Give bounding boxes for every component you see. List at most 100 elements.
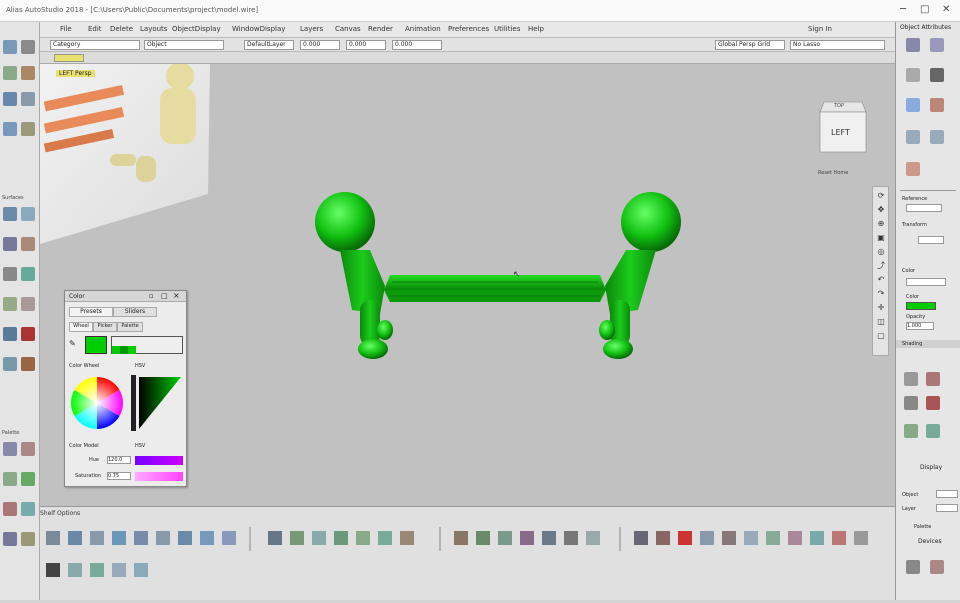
shelf-icon[interactable] <box>90 563 104 577</box>
zoom-icon[interactable]: ⊕ <box>876 219 886 229</box>
mesh-tool-icon[interactable] <box>21 357 35 371</box>
color-swatch-grid[interactable] <box>111 336 183 354</box>
cylinder-icon[interactable] <box>930 38 944 52</box>
menu-render[interactable]: Render <box>368 25 393 33</box>
shelf-icon[interactable] <box>766 531 780 545</box>
measure-tool-icon[interactable] <box>21 532 35 546</box>
group-tool-icon[interactable] <box>21 472 35 486</box>
sign-in-link[interactable]: Sign In <box>808 25 832 33</box>
menu-help[interactable]: Help <box>528 25 544 33</box>
palette-header[interactable]: Color ▫ □ × <box>65 291 186 302</box>
close-button[interactable]: ✕ <box>942 4 950 15</box>
category-field[interactable]: Category <box>50 40 140 50</box>
shelf-icon[interactable] <box>788 531 802 545</box>
shade-flat-icon[interactable] <box>904 372 918 386</box>
shade-xray-icon[interactable] <box>904 424 918 438</box>
rotate-icon[interactable] <box>930 130 944 144</box>
view-cube[interactable]: TOP LEFT Reset Home <box>818 98 868 176</box>
maximize-button[interactable]: □ <box>920 4 929 15</box>
shelf-icon[interactable] <box>520 531 534 545</box>
menu-objectdisplay[interactable]: ObjectDisplay <box>172 25 221 33</box>
circle-tool-icon[interactable] <box>21 66 35 80</box>
scale-icon[interactable] <box>906 130 920 144</box>
cube-icon[interactable] <box>930 68 944 82</box>
object-field[interactable] <box>936 490 958 498</box>
shelf-icon[interactable] <box>564 531 578 545</box>
orbit-icon[interactable]: ⟳ <box>876 191 886 201</box>
shelf-icon[interactable] <box>634 531 648 545</box>
plane-icon[interactable] <box>906 98 920 112</box>
shelf-icon[interactable] <box>90 531 104 545</box>
grid-mode-field[interactable]: Global Persp Grid <box>715 40 785 50</box>
eval-tool-icon[interactable] <box>3 532 17 546</box>
plank-object[interactable] <box>384 275 606 302</box>
project-tool-icon[interactable] <box>21 297 35 311</box>
undo-view-icon[interactable]: ↶ <box>876 275 886 285</box>
lock-icon[interactable]: ▢ <box>876 331 886 341</box>
shelf-icon[interactable] <box>656 531 670 545</box>
menu-canvas[interactable]: Canvas <box>335 25 361 33</box>
shelf-icon[interactable] <box>134 563 148 577</box>
shelf-icon[interactable] <box>222 531 236 545</box>
menu-utilities[interactable]: Utilities <box>494 25 520 33</box>
curve-tool-icon[interactable] <box>3 40 17 54</box>
shade-smooth-icon[interactable] <box>926 372 940 386</box>
shelf-icon[interactable] <box>586 531 600 545</box>
redo-view-icon[interactable]: ↷ <box>876 289 886 299</box>
shelf-icon[interactable] <box>312 531 326 545</box>
shelf-icon[interactable] <box>476 531 490 545</box>
tab-sliders[interactable]: Sliders <box>113 307 157 317</box>
shelf-icon[interactable] <box>334 531 348 545</box>
object-field[interactable]: Object <box>144 40 224 50</box>
coord-x-field[interactable]: 0.000 <box>300 40 340 50</box>
shelf-icon[interactable] <box>400 531 414 545</box>
line-tool-icon[interactable] <box>21 40 35 54</box>
tab-wheel[interactable]: Wheel <box>69 322 93 332</box>
active-tab-marker[interactable] <box>54 54 84 62</box>
delete-tool-icon[interactable] <box>21 327 35 341</box>
shelf-icon[interactable] <box>268 531 282 545</box>
coord-y-field[interactable]: 0.000 <box>346 40 386 50</box>
shelf-icon[interactable] <box>810 531 824 545</box>
rect-tool-icon[interactable] <box>21 92 35 106</box>
color-name-field[interactable] <box>906 278 946 286</box>
blend-tool-icon[interactable] <box>3 122 17 136</box>
eyedropper-icon[interactable]: ✎ <box>69 339 76 348</box>
shelf-icon[interactable] <box>156 531 170 545</box>
shelf-icon[interactable] <box>498 531 512 545</box>
viewcube-home-label[interactable]: Reset Home <box>818 170 848 176</box>
menu-delete[interactable]: Delete <box>110 25 133 33</box>
layer-field[interactable]: DefaultLayer <box>244 40 294 50</box>
shelf-icon[interactable] <box>854 531 868 545</box>
rail-tool-icon[interactable] <box>3 237 17 251</box>
shelf-icon[interactable] <box>832 531 846 545</box>
surface-tool-icon[interactable] <box>3 207 17 221</box>
pan-icon[interactable]: ✥ <box>876 205 886 215</box>
viewport-label[interactable]: LEFT Persp <box>56 70 95 77</box>
current-color-swatch[interactable] <box>85 336 107 354</box>
saturation-triangle[interactable] <box>131 375 183 431</box>
shelf-icon[interactable] <box>454 531 468 545</box>
menu-edit[interactable]: Edit <box>88 25 102 33</box>
saturation-slider[interactable] <box>135 472 183 481</box>
coord-z-field[interactable]: 0.000 <box>392 40 442 50</box>
shelf-icon[interactable] <box>46 531 60 545</box>
transform-tool-icon[interactable] <box>3 472 17 486</box>
shelf-icon[interactable] <box>68 531 82 545</box>
tab-picker[interactable]: Picker <box>93 322 117 332</box>
saturation-value[interactable]: 0.75 <box>107 472 131 480</box>
menu-animation[interactable]: Animation <box>405 25 441 33</box>
shelf-icon[interactable] <box>356 531 370 545</box>
fillet-tool-icon[interactable] <box>21 122 35 136</box>
menu-file[interactable]: File <box>60 25 72 33</box>
torus-icon[interactable] <box>930 98 944 112</box>
layer-field[interactable] <box>936 504 958 512</box>
frame-icon[interactable]: ▣ <box>876 233 886 243</box>
move-icon[interactable] <box>906 162 920 176</box>
minimize-button[interactable]: ─ <box>900 4 906 15</box>
menu-windowdisplay[interactable]: WindowDisplay <box>232 25 285 33</box>
extrude-tool-icon[interactable] <box>21 237 35 251</box>
trim-tool-icon[interactable] <box>3 297 17 311</box>
lasso-mode-field[interactable]: No Lasso <box>790 40 885 50</box>
arc-tool-icon[interactable] <box>3 66 17 80</box>
